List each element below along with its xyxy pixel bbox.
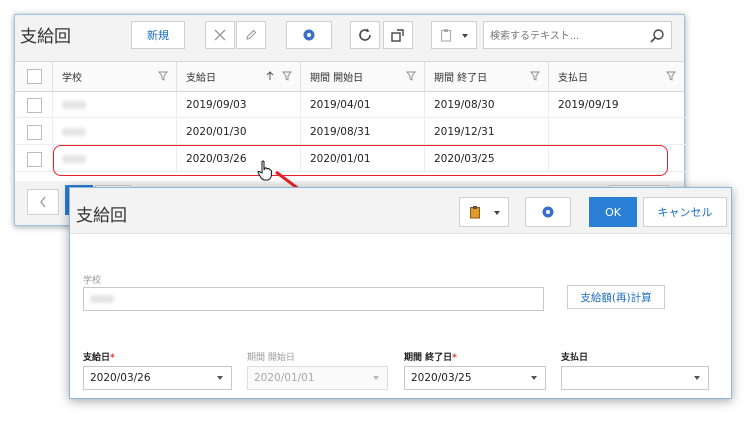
help-button[interactable] — [525, 197, 571, 227]
sort-asc-icon — [266, 71, 274, 80]
export-icon — [391, 29, 404, 42]
period-end-cell: 2019/08/30 — [425, 92, 549, 118]
refresh-icon — [359, 28, 371, 41]
filter-icon[interactable] — [530, 71, 540, 81]
row-checkbox[interactable] — [27, 97, 42, 113]
clipboard-dropdown[interactable] — [431, 21, 477, 49]
period-start-label: 期間 開始日 — [247, 353, 295, 363]
filter-icon[interactable] — [666, 71, 676, 81]
row-checkbox[interactable] — [27, 124, 42, 140]
school-field[interactable] — [83, 287, 544, 311]
school-name-redacted — [90, 295, 114, 303]
chevron-down-icon — [494, 211, 500, 215]
filter-icon[interactable] — [406, 71, 416, 81]
cancel-button[interactable]: キャンセル — [643, 197, 727, 227]
school-name-redacted — [62, 128, 86, 136]
window-title: 支給回 — [20, 27, 71, 47]
column-header-period-end[interactable]: 期間 終了日 — [425, 62, 549, 92]
select-all-header — [15, 62, 53, 92]
school-label: 学校 — [83, 276, 102, 286]
export-button[interactable] — [383, 21, 413, 49]
table-row[interactable]: 2019/09/03 2019/04/01 2019/08/30 2019/09… — [15, 92, 686, 118]
close-icon — [214, 29, 226, 41]
refresh-button[interactable] — [350, 21, 380, 49]
column-header-period-start[interactable]: 期間 開始日 — [301, 62, 425, 92]
pay-date-label: 支給日* — [83, 353, 115, 363]
pencil-icon — [246, 29, 257, 40]
pay-date-cell: 2019/09/03 — [177, 92, 301, 118]
row-checkbox[interactable] — [27, 151, 42, 167]
paid-date-select[interactable] — [561, 366, 709, 390]
school-name-redacted — [62, 101, 86, 109]
clipboard-icon — [440, 29, 452, 42]
period-end-select[interactable]: 2020/03/25 — [404, 366, 546, 390]
chevron-down-icon[interactable] — [217, 376, 223, 380]
filter-icon[interactable] — [158, 71, 168, 81]
paid-date-label: 支払日 — [561, 353, 589, 363]
help-icon — [303, 29, 315, 41]
clipboard-icon — [470, 206, 480, 219]
period-end-label: 期間 終了日* — [404, 353, 457, 363]
filter-icon[interactable] — [282, 71, 292, 81]
period-start-cell: 2019/08/31 — [301, 119, 425, 145]
chevron-down-icon — [373, 376, 379, 380]
chevron-left-icon — [40, 196, 46, 208]
delete-button[interactable] — [205, 21, 235, 49]
chevron-down-icon[interactable] — [531, 376, 537, 380]
column-header-paid-date[interactable]: 支払日 — [549, 62, 684, 92]
row-highlight-outline — [53, 145, 668, 176]
table-row[interactable]: 2020/01/30 2019/08/31 2019/12/31 — [15, 119, 686, 145]
column-header-school[interactable]: 学校 — [53, 62, 177, 92]
search-input[interactable] — [488, 26, 642, 46]
help-icon — [542, 206, 554, 218]
clipboard-dropdown[interactable] — [459, 197, 509, 227]
new-button[interactable]: 新規 — [131, 21, 185, 49]
dialog-title: 支給回 — [76, 206, 127, 226]
pay-date-select[interactable]: 2020/03/26 — [83, 366, 232, 390]
period-start-select: 2020/01/01 — [247, 366, 388, 390]
prev-page-button[interactable] — [27, 189, 59, 215]
paid-date-cell — [549, 119, 684, 145]
search-box[interactable] — [483, 21, 672, 49]
recalculate-button[interactable]: 支給額(再)計算 — [567, 285, 665, 309]
chevron-down-icon — [462, 34, 468, 38]
period-start-cell: 2019/04/01 — [301, 92, 425, 118]
edit-button[interactable] — [236, 21, 266, 49]
ok-button[interactable]: OK — [589, 197, 637, 227]
edit-dialog: 支給回 OK キャンセル 学校 支給額(再)計算 支給日* 2020/03/26… — [69, 187, 732, 399]
search-icon[interactable] — [649, 28, 665, 44]
period-end-cell: 2019/12/31 — [425, 119, 549, 145]
select-all-checkbox[interactable] — [27, 69, 42, 84]
help-button[interactable] — [286, 21, 332, 49]
chevron-down-icon[interactable] — [694, 376, 700, 380]
pay-date-cell: 2020/01/30 — [177, 119, 301, 145]
paid-date-cell: 2019/09/19 — [558, 99, 619, 111]
column-header-pay-date[interactable]: 支給日 — [177, 62, 301, 92]
